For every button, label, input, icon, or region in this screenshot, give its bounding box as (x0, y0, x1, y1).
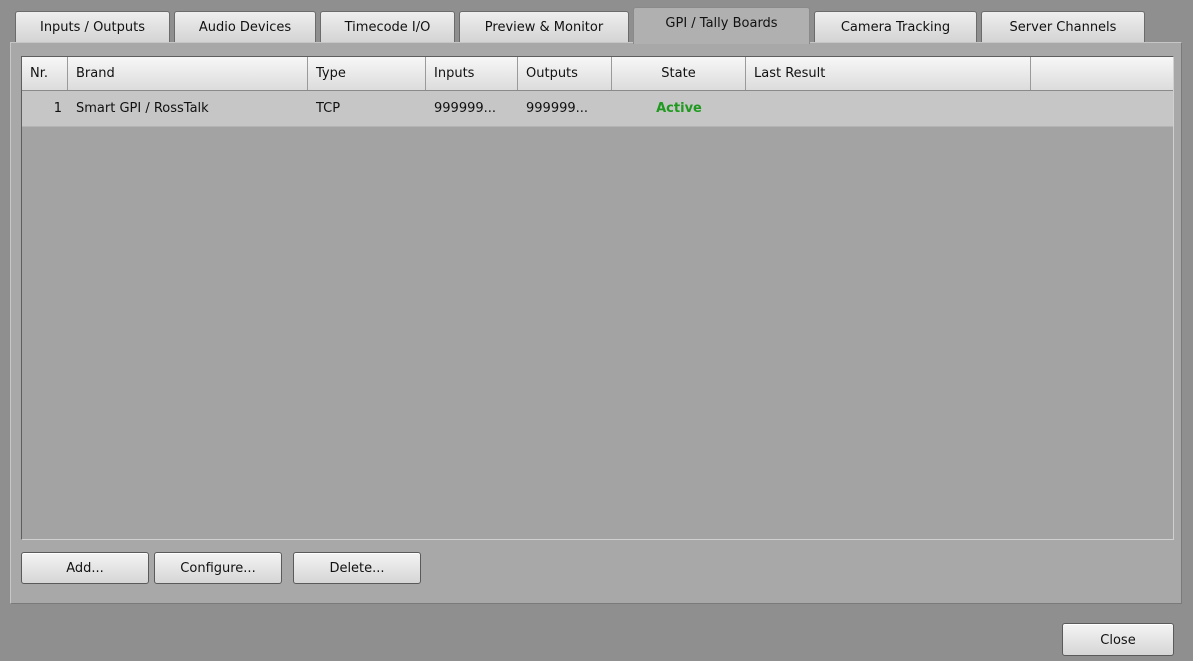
cell-last-result (746, 91, 1031, 126)
tab-server-channels[interactable]: Server Channels (981, 11, 1145, 43)
column-header-state[interactable]: State (612, 57, 746, 90)
column-header-filler (1031, 57, 1173, 90)
tab-preview-monitor[interactable]: Preview & Monitor (459, 11, 629, 43)
column-header-nr[interactable]: Nr. (22, 57, 68, 90)
configure-button[interactable]: Configure... (154, 552, 282, 584)
cell-inputs: 999999... (434, 101, 497, 116)
tab-camera-tracking[interactable]: Camera Tracking (814, 11, 977, 43)
close-button[interactable]: Close (1062, 623, 1174, 656)
cell-type: TCP (316, 101, 341, 116)
gpi-boards-table: Nr. Brand Type Inputs Outputs State Last… (21, 56, 1174, 540)
tab-timecode-io[interactable]: Timecode I/O (320, 11, 455, 43)
cell-filler (1031, 91, 1173, 126)
add-button[interactable]: Add... (21, 552, 149, 584)
column-header-inputs[interactable]: Inputs (426, 57, 518, 90)
column-header-last-result[interactable]: Last Result (746, 57, 1031, 90)
column-header-type[interactable]: Type (308, 57, 426, 90)
cell-outputs: 999999... (526, 101, 589, 116)
tab-gpi-tally-boards[interactable]: GPI / Tally Boards (633, 7, 810, 44)
cell-brand: Smart GPI / RossTalk (76, 101, 209, 116)
column-header-outputs[interactable]: Outputs (518, 57, 612, 90)
table-row[interactable]: 1 Smart GPI / RossTalk TCP 999999... 999… (22, 91, 1173, 127)
tab-audio-devices[interactable]: Audio Devices (174, 11, 316, 43)
delete-button[interactable]: Delete... (293, 552, 421, 584)
table-header: Nr. Brand Type Inputs Outputs State Last… (22, 57, 1173, 91)
tab-bar: Inputs / Outputs Audio Devices Timecode … (15, 6, 1149, 44)
tab-panel-gpi-tally-boards: Nr. Brand Type Inputs Outputs State Last… (10, 42, 1182, 604)
column-header-brand[interactable]: Brand (68, 57, 308, 90)
cell-nr: 1 (53, 101, 62, 116)
cell-state: Active (656, 101, 702, 116)
tab-inputs-outputs[interactable]: Inputs / Outputs (15, 11, 170, 43)
